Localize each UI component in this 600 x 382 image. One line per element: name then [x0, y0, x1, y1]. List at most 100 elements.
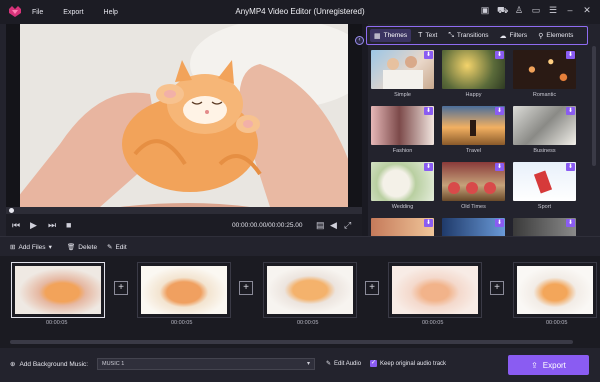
stop-icon[interactable]: ■ — [66, 220, 71, 230]
theme-item[interactable]: ⬇ Business — [513, 106, 576, 154]
theme-thumbnail: ⬇ — [371, 50, 434, 89]
themes-scrollbar[interactable] — [592, 46, 596, 166]
add-transition-icon[interactable]: + — [114, 281, 128, 295]
filters-icon: ☁ — [499, 32, 507, 40]
tab-transitions[interactable]: ⤡ Transitions — [444, 29, 492, 42]
step-forward-icon[interactable]: ⏭ — [48, 220, 56, 230]
theme-thumbnail: ⬇ — [513, 106, 576, 145]
media-toolbar: ⊞ Add Files ▾ 🗑 Delete ✎ Edit — [0, 236, 600, 256]
theme-item[interactable]: ⬇ Travel — [442, 106, 505, 154]
theme-thumbnail: ⬇ — [371, 218, 434, 236]
theme-thumbnail: ⬇ — [442, 218, 505, 236]
add-transition-icon[interactable]: + — [239, 281, 253, 295]
add-circle-icon: ⊕ — [10, 361, 16, 368]
edit-button[interactable]: ✎ Edit — [107, 243, 127, 252]
edit-label: Edit — [115, 243, 127, 251]
checkbox-checked-icon[interactable]: ✓ — [370, 360, 377, 367]
download-icon[interactable]: ⬇ — [424, 51, 433, 59]
add-files-button[interactable]: ⊞ Add Files ▾ — [10, 243, 52, 252]
video-preview[interactable] — [6, 24, 362, 207]
cart-icon[interactable]: ⛟ — [497, 5, 508, 15]
download-icon[interactable]: ⬇ — [495, 107, 504, 115]
theme-item[interactable]: ⬇ Romantic — [513, 50, 576, 98]
clip-duration: 00:00:05 — [297, 320, 319, 326]
download-icon[interactable]: ⬇ — [424, 163, 433, 171]
menu-bar: File Export Help — [32, 0, 118, 24]
download-icon[interactable]: ⬇ — [424, 107, 433, 115]
themes-icon: ▦ — [374, 32, 381, 40]
timeline-clip[interactable] — [137, 262, 231, 318]
playback-progress-bar[interactable] — [6, 207, 362, 214]
theme-item[interactable]: ⬇ Fashion — [371, 106, 434, 154]
keep-original-audio[interactable]: ✓ Keep original audio track — [370, 360, 446, 367]
timeline-clip[interactable] — [11, 262, 105, 318]
player-controls: ⏮ ▶ ⏭ ■ 00:00:00.00/00:00:25.00 ▤ ◀ ⤢ — [6, 214, 362, 236]
timeline-clip[interactable] — [388, 262, 482, 318]
clip-thumbnail — [517, 266, 593, 314]
feedback-icon[interactable]: ▭ — [531, 5, 541, 15]
timeline-scrollbar[interactable] — [10, 340, 573, 344]
download-icon[interactable]: ⬇ — [495, 219, 504, 227]
save-icon[interactable]: ▣ — [480, 5, 490, 15]
timeline-clip[interactable] — [263, 262, 357, 318]
rewind-icon[interactable]: ⏮ — [12, 220, 20, 230]
download-icon[interactable]: ⬇ — [495, 51, 504, 59]
theme-label: Wedding — [391, 204, 414, 210]
download-icon[interactable]: ⬇ — [424, 219, 433, 227]
minimize-icon[interactable]: – — [565, 5, 575, 15]
add-transition-icon[interactable]: + — [490, 281, 504, 295]
theme-item[interactable]: ⬇ Wedding — [371, 162, 434, 210]
export-label: Export — [542, 360, 566, 370]
close-icon[interactable]: ✕ — [582, 5, 592, 15]
timeline-clip[interactable] — [513, 262, 597, 318]
tab-themes[interactable]: ▦ Themes — [370, 29, 412, 42]
tab-label: Filters — [509, 32, 528, 39]
progress-handle[interactable] — [9, 208, 14, 213]
clip-thumbnail — [392, 266, 478, 314]
download-icon[interactable]: ⬇ — [566, 107, 575, 115]
export-button[interactable]: ⇪ Export — [508, 355, 589, 375]
theme-label: Happy — [465, 92, 482, 98]
theme-item[interactable]: ⬇ — [513, 218, 576, 236]
add-background-music[interactable]: ⊕ Add Background Music: — [10, 360, 88, 369]
theme-item[interactable]: ⬇ Simple — [371, 50, 434, 98]
theme-thumbnail: ⬇ — [371, 162, 434, 201]
tab-elements[interactable]: ⚲ Elements — [534, 29, 577, 42]
download-icon[interactable]: ⬇ — [566, 219, 575, 227]
download-icon[interactable]: ⬇ — [495, 163, 504, 171]
trash-icon: 🗑 — [67, 244, 76, 251]
collapse-panel-icon[interactable]: ‹ — [355, 36, 364, 45]
user-icon[interactable]: ♙ — [514, 5, 524, 15]
menu-help[interactable]: Help — [104, 9, 118, 16]
effect-tabs: ▦ Themes T Text ⤡ Transitions ☁ Filters … — [366, 26, 588, 45]
theme-thumbnail: ⬇ — [442, 162, 505, 201]
menu-file[interactable]: File — [32, 9, 43, 16]
download-icon[interactable]: ⬇ — [566, 51, 575, 59]
snapshot-icon[interactable]: ▤ — [316, 220, 325, 230]
delete-button[interactable]: 🗑 Delete — [67, 243, 97, 252]
tab-text[interactable]: T Text — [414, 29, 441, 42]
menu-icon[interactable]: ☰ — [548, 5, 558, 15]
menu-export[interactable]: Export — [63, 9, 83, 16]
music-select[interactable]: MUSIC 1 ▾ — [97, 358, 315, 370]
theme-item[interactable]: ⬇ — [442, 218, 505, 236]
theme-item[interactable]: ⬇ Happy — [442, 50, 505, 98]
edit-audio-icon: ✎ — [326, 361, 332, 367]
volume-icon[interactable]: ◀ — [330, 220, 337, 230]
clip-thumbnail — [15, 266, 101, 314]
tab-filters[interactable]: ☁ Filters — [495, 29, 531, 42]
text-icon: T — [418, 32, 423, 39]
play-icon[interactable]: ▶ — [30, 220, 37, 230]
fullscreen-icon[interactable]: ⤢ — [344, 220, 351, 230]
add-transition-icon[interactable]: + — [365, 281, 379, 295]
magic-wand-icon: ✎ — [107, 244, 113, 251]
theme-item[interactable]: ⬇ Old Times — [442, 162, 505, 210]
edit-audio-button[interactable]: ✎ Edit Audio — [326, 360, 361, 368]
theme-thumbnail: ⬇ — [442, 106, 505, 145]
theme-item[interactable]: ⬇ — [371, 218, 434, 236]
tab-label: Themes — [383, 32, 408, 39]
clip-thumbnail — [141, 266, 227, 314]
theme-item[interactable]: ⬇ Sport — [513, 162, 576, 210]
themes-grid: ⬇ Simple ⬇ Happy ⬇ Romantic ⬇ Fashion ⬇ … — [368, 48, 590, 236]
download-icon[interactable]: ⬇ — [566, 163, 575, 171]
